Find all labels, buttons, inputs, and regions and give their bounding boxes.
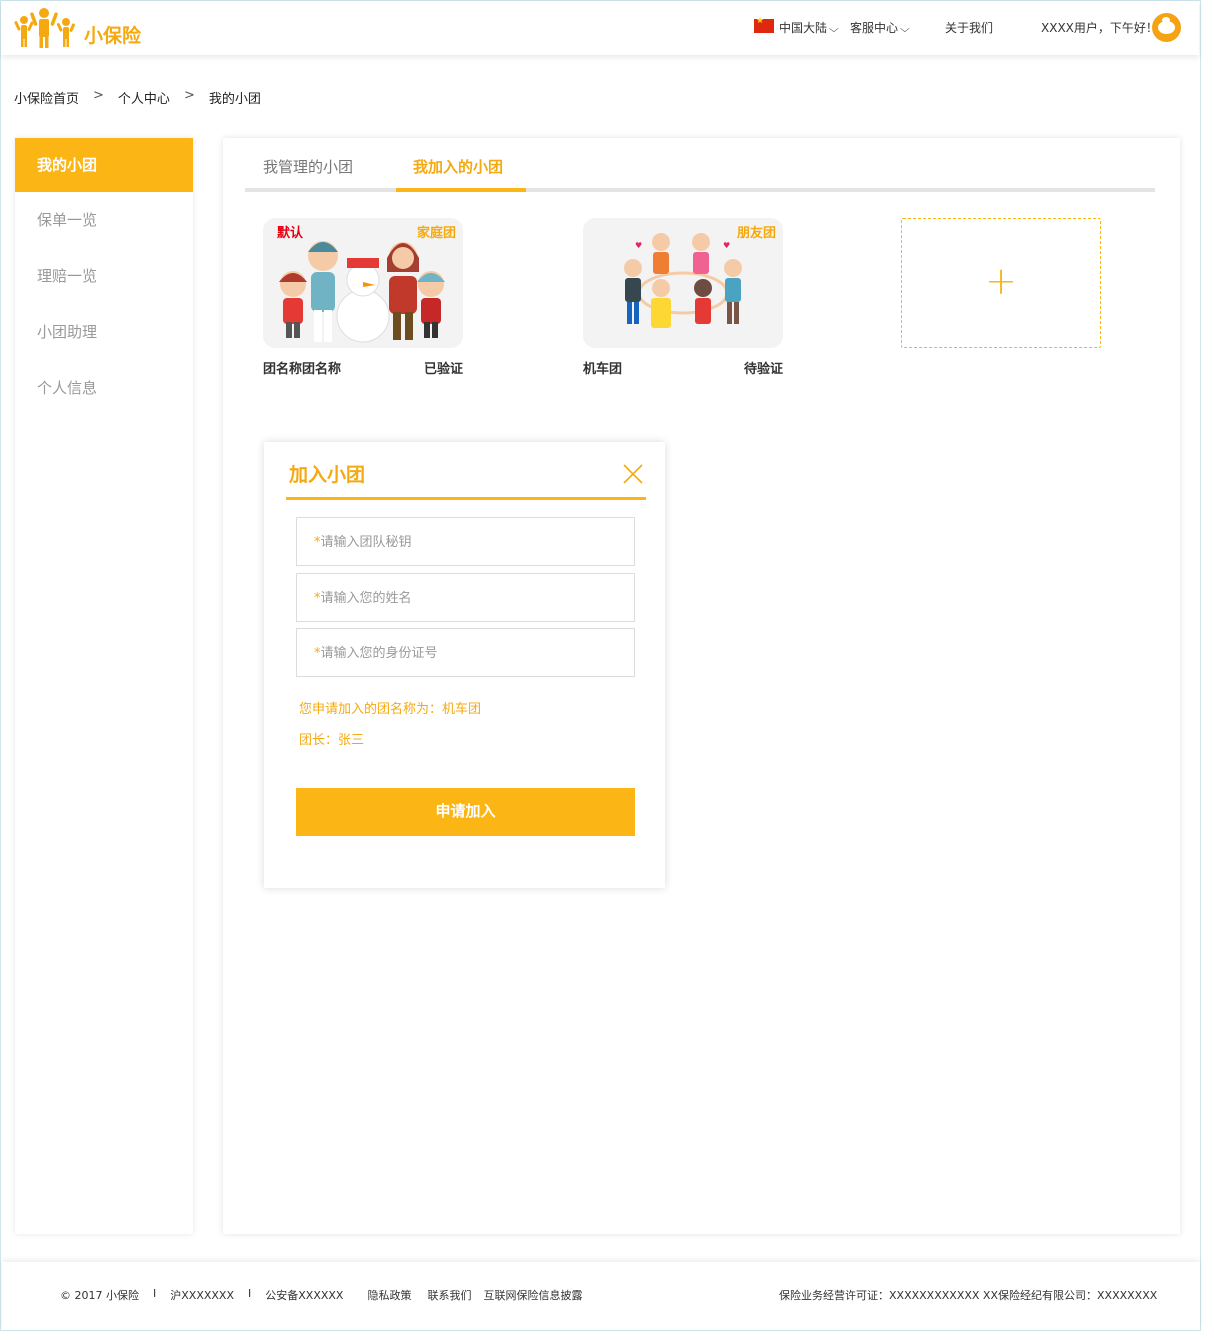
top-header: 小保险 中国大陆⌵ 客服中心⌵ 关于我们 XXXX用户，下午好！: [1, 1, 1199, 55]
name-placeholder: 请输入您的姓名: [320, 591, 412, 606]
plus-icon: +: [985, 259, 1017, 303]
contact-link[interactable]: 联系我们: [427, 1287, 471, 1303]
group-leader-note: 团长：张三: [299, 733, 365, 748]
logo-people-icon: [14, 8, 76, 48]
svg-text:♥: ♥: [723, 241, 730, 250]
sidebar-item-policies[interactable]: 保单一览: [15, 192, 193, 248]
active-tab-indicator: [396, 188, 526, 192]
region-label: 中国大陆: [779, 21, 828, 35]
group-status: 已验证: [423, 362, 463, 377]
chevron-right-icon: >: [183, 88, 195, 103]
group-card[interactable]: 默认 家庭团 团名称团名称 已验证: [263, 218, 463, 377]
tab-bar: 我管理的小团 我加入的小团: [245, 138, 1155, 192]
icp-record: 沪XXXXXXX: [170, 1289, 234, 1302]
group-status: 待验证: [743, 362, 783, 377]
customer-service-menu[interactable]: 客服中心 ⌵: [850, 19, 910, 36]
breadcrumb-personal-center[interactable]: 个人中心: [118, 88, 170, 107]
default-tag: 默认: [277, 226, 304, 241]
region-selector[interactable]: 中国大陆 ⌵: [779, 19, 839, 36]
group-type-tag: 家庭团: [416, 226, 456, 241]
breadcrumb-current: 我的小团: [208, 92, 261, 107]
name-field[interactable]: *请输入您的姓名: [296, 573, 635, 622]
apply-join-button[interactable]: 申请加入: [296, 788, 635, 836]
chevron-down-icon: ⌵: [899, 24, 910, 35]
sidebar: 我的小团 保单一览 理赔一览 小团助理 个人信息: [15, 138, 193, 1234]
divider: I: [248, 1287, 252, 1300]
id-number-placeholder: 请输入您的身份证号: [320, 646, 438, 661]
service-label: 客服中心: [850, 21, 899, 35]
chevron-down-icon: ⌵: [828, 24, 839, 35]
police-record: 公安备XXXXXX: [265, 1289, 344, 1302]
user-avatar[interactable]: [1152, 13, 1181, 42]
group-name: 机车团: [583, 362, 623, 377]
group-card-image: 默认 家庭团: [263, 218, 463, 348]
footer: © 2017 小保险 I 沪XXXXXXX I 公安备XXXXXX 隐私政策 联…: [2, 1262, 1200, 1330]
dialog-title: 加入小团: [289, 464, 366, 486]
id-number-field[interactable]: *请输入您的身份证号: [296, 628, 635, 677]
team-key-placeholder: 请输入团队秘钥: [320, 535, 412, 550]
breadcrumb-home[interactable]: 小保险首页: [14, 88, 79, 107]
brand-logo[interactable]: 小保险: [14, 7, 141, 49]
divider: I: [153, 1287, 157, 1300]
join-group-dialog: 加入小团 *请输入团队秘钥 *请输入您的姓名 *请输入您的身份证号 您申请加入的…: [264, 442, 665, 888]
about-us-link[interactable]: 关于我们: [945, 19, 993, 36]
user-greeting: XXXX用户，下午好！: [1041, 21, 1158, 35]
footer-links: © 2017 小保险 I 沪XXXXXXX I 公安备XXXXXX 隐私政策 联…: [60, 1287, 596, 1303]
sidebar-item-claims[interactable]: 理赔一览: [15, 248, 193, 304]
applied-group-note: 您申请加入的团名称为：机车团: [299, 702, 482, 717]
add-group-button[interactable]: +: [901, 218, 1101, 348]
group-name: 团名称团名称: [263, 362, 342, 377]
group-card[interactable]: ♥ ♥ 朋友团 机车团 待验证: [583, 218, 783, 377]
china-flag-icon: [754, 16, 774, 33]
sidebar-item-personal-info[interactable]: 个人信息: [15, 360, 193, 416]
team-key-field[interactable]: *请输入团队秘钥: [296, 517, 635, 566]
group-card-image: ♥ ♥ 朋友团: [583, 218, 783, 348]
license-info: 保险业务经营许可证：XXXXXXXXXXXX XX保险经纪有限公司：XXXXXX…: [779, 1289, 1158, 1302]
breadcrumb: 小保险首页 > 个人中心 > 我的小团: [14, 88, 261, 107]
svg-text:♥: ♥: [635, 241, 642, 250]
sidebar-item-group-assistant[interactable]: 小团助理: [15, 304, 193, 360]
close-icon[interactable]: [621, 462, 645, 486]
disclosure-link[interactable]: 互联网保险信息披露: [483, 1287, 582, 1303]
tab-joined-groups[interactable]: 我加入的小团: [413, 156, 503, 177]
privacy-link[interactable]: 隐私政策: [367, 1287, 411, 1303]
chevron-right-icon: >: [93, 88, 104, 103]
sidebar-item-my-groups[interactable]: 我的小团: [15, 138, 193, 192]
group-type-tag: 朋友团: [736, 226, 776, 241]
copyright: © 2017 小保险: [60, 1289, 139, 1302]
brand-name: 小保险: [84, 24, 142, 47]
tab-managed-groups[interactable]: 我管理的小团: [263, 156, 353, 177]
dialog-divider: [286, 497, 646, 500]
